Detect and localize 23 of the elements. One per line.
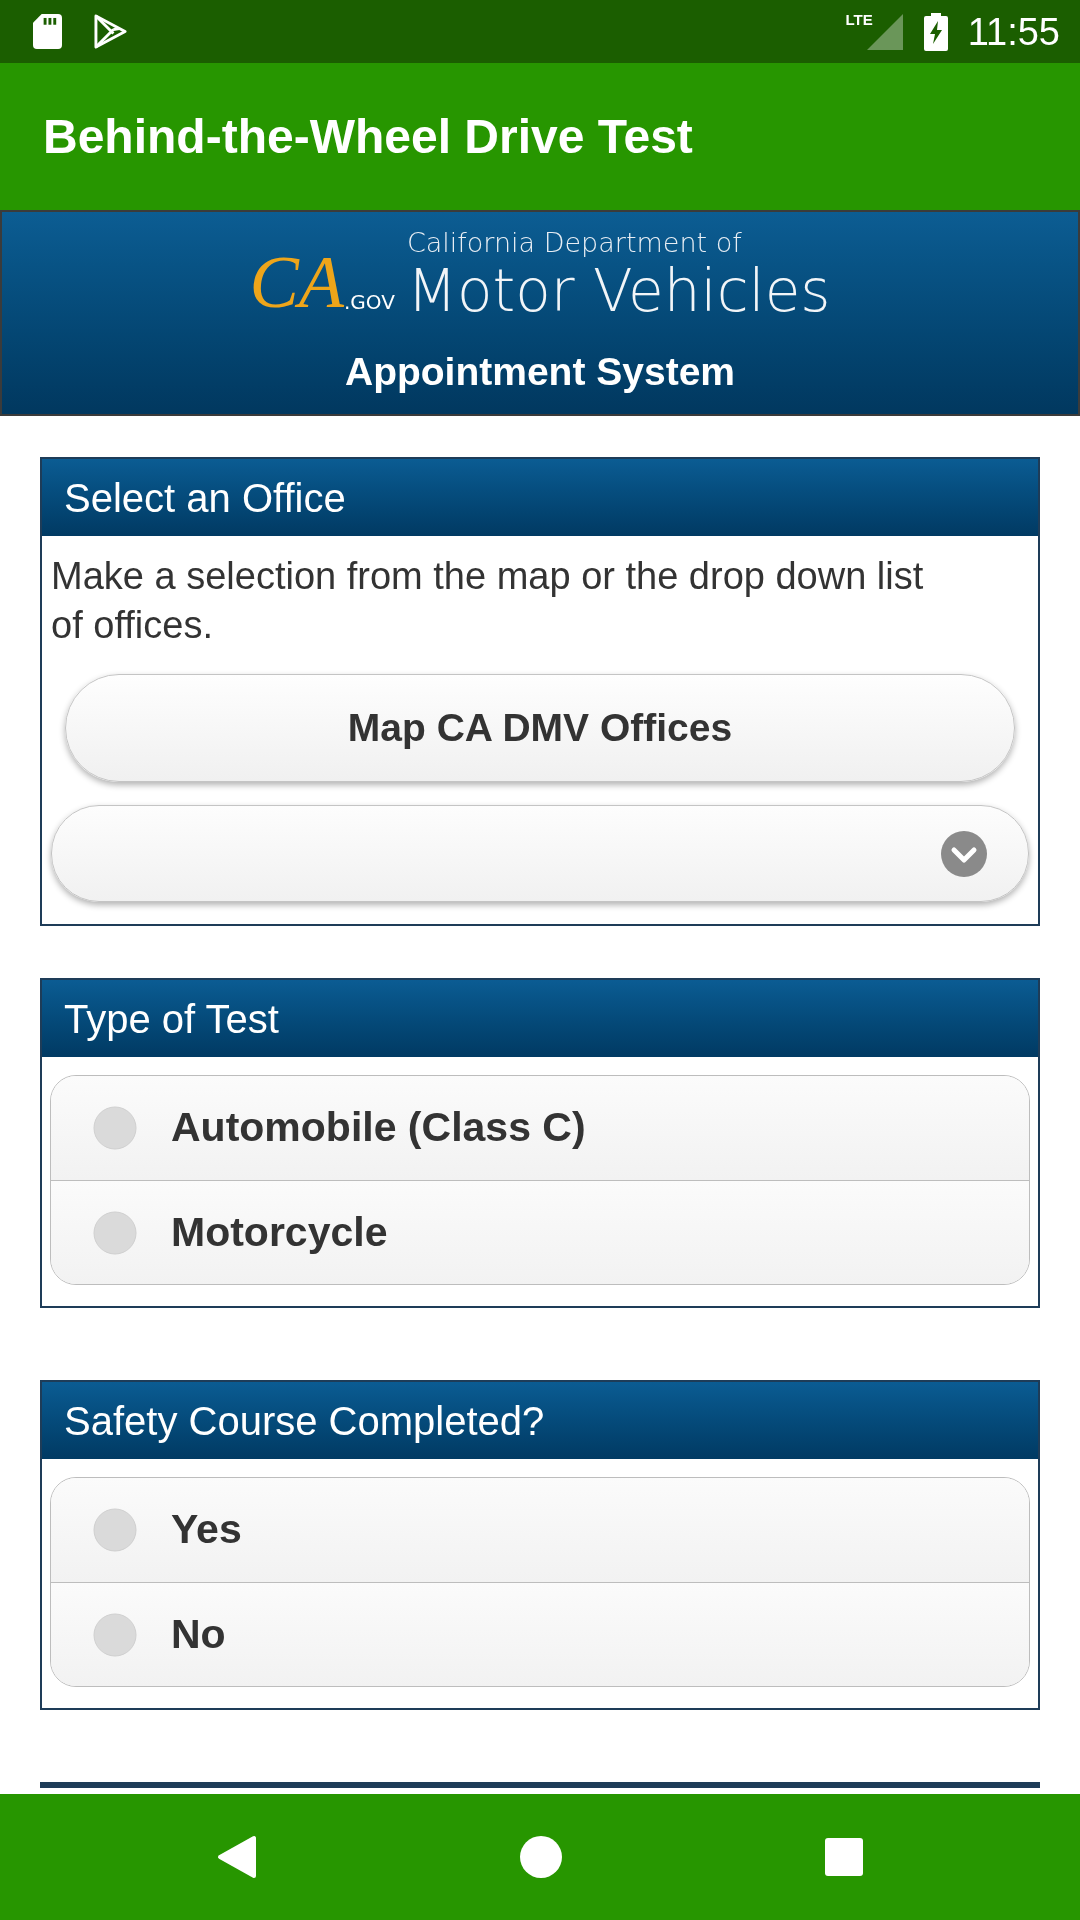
back-icon[interactable]: [217, 1835, 257, 1879]
play-triangle-icon: [94, 14, 127, 49]
section-title: Safety Course Completed?: [64, 1400, 545, 1441]
logo-mark: CA: [249, 242, 344, 322]
map-offices-button[interactable]: Map CA DMV Offices: [65, 674, 1015, 782]
section-title: Select an Office: [64, 477, 346, 518]
radio-option[interactable]: Yes: [51, 1478, 1029, 1582]
clock-text: 11:55: [967, 12, 1060, 51]
chevron-down-icon: [941, 830, 987, 877]
logo-tagline: California Department of: [406, 226, 743, 260]
radio-option[interactable]: Automobile (Class C): [51, 1076, 1029, 1180]
logo-domain: .GOV: [343, 292, 395, 312]
network-type-text: LTE: [845, 12, 873, 27]
radio-option[interactable]: Motorcycle: [51, 1180, 1029, 1284]
sd-card-icon: [33, 14, 62, 49]
section-title: Type of Test: [64, 998, 279, 1039]
home-icon[interactable]: [520, 1836, 562, 1878]
instructions-text: Make a selection from the map or the drop down list of offices.: [51, 554, 925, 648]
logo-title: Motor Vehicles: [406, 260, 831, 322]
banner-subtitle: Appointment System: [344, 350, 735, 394]
battery-charging-icon: [923, 12, 948, 51]
app-bar-title: Behind-the-Wheel Drive Test: [43, 112, 693, 161]
radio-option[interactable]: No: [51, 1582, 1029, 1686]
